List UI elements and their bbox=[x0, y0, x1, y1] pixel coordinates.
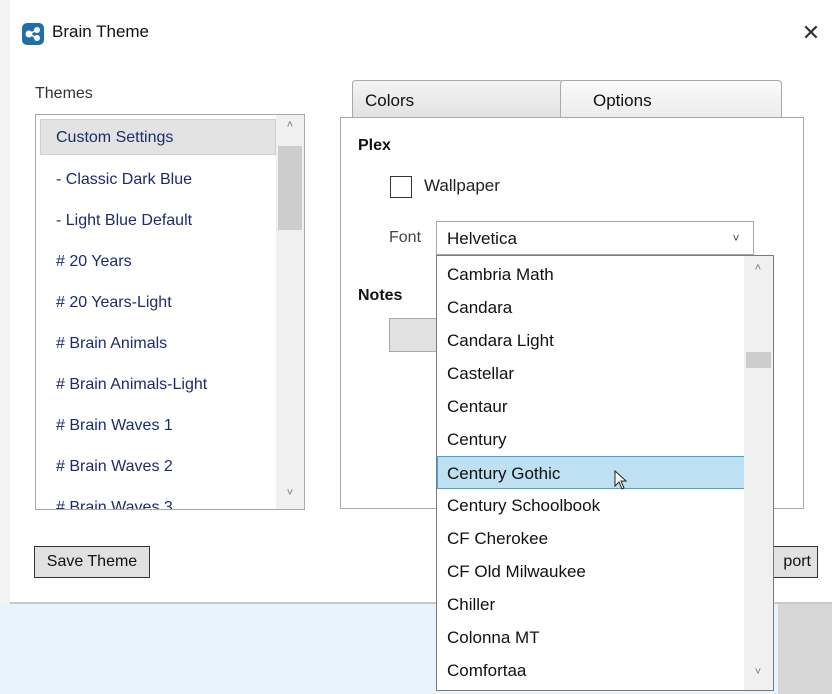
themes-scroll-thumb[interactable] bbox=[278, 146, 302, 230]
font-option[interactable]: CF Cherokee bbox=[437, 522, 746, 555]
font-label: Font bbox=[389, 229, 422, 246]
theme-item[interactable]: # Brain Animals-Light bbox=[36, 367, 276, 403]
mouse-cursor-icon bbox=[614, 469, 628, 490]
theme-item[interactable]: - Light Blue Default bbox=[36, 203, 276, 239]
background-window-edge bbox=[0, 0, 10, 602]
scroll-down-icon[interactable]: ˅ bbox=[744, 666, 772, 678]
close-button[interactable]: ✕ bbox=[796, 18, 826, 48]
window-title: Brain Theme bbox=[52, 22, 150, 41]
font-select[interactable]: Helvetica bbox=[436, 221, 754, 255]
font-option[interactable]: Century Schoolbook bbox=[437, 489, 746, 522]
font-dropdown-scrollbar[interactable]: ˄ ˅ bbox=[744, 256, 773, 690]
wallpaper-checkbox[interactable] bbox=[390, 176, 412, 198]
theme-item[interactable]: # Brain Waves 1 bbox=[36, 408, 276, 444]
themes-list[interactable]: Custom Settings - Classic Dark Blue - Li… bbox=[35, 114, 305, 510]
font-option[interactable]: Cambria Math bbox=[437, 258, 746, 291]
wallpaper-label[interactable]: Wallpaper bbox=[424, 176, 500, 196]
font-dropdown-list[interactable]: Cambria Math Candara Candara Light Caste… bbox=[436, 255, 774, 691]
font-option[interactable]: Colonna MT bbox=[437, 621, 746, 654]
font-option[interactable]: Castellar bbox=[437, 357, 746, 390]
chevron-down-icon[interactable]: ˅ bbox=[724, 224, 748, 252]
plex-heading: Plex bbox=[358, 137, 391, 154]
font-option-highlighted[interactable]: Century Gothic bbox=[437, 456, 746, 489]
theme-item[interactable]: - Classic Dark Blue bbox=[36, 162, 276, 198]
font-option[interactable]: Candara Light bbox=[437, 324, 746, 357]
tab-options[interactable]: Options bbox=[560, 80, 782, 118]
theme-item[interactable]: # Brain Animals bbox=[36, 326, 276, 362]
font-option[interactable]: Chiller bbox=[437, 588, 746, 621]
font-option[interactable]: Candara bbox=[437, 291, 746, 324]
theme-item[interactable]: # 20 Years-Light bbox=[36, 285, 276, 321]
themes-label: Themes bbox=[35, 85, 93, 102]
theme-item[interactable]: # Brain Waves 3 bbox=[36, 490, 276, 509]
brain-app-icon bbox=[22, 23, 44, 45]
font-option[interactable]: CF Old Milwaukee bbox=[437, 555, 746, 588]
background-window bbox=[778, 602, 832, 694]
notes-heading: Notes bbox=[358, 287, 403, 304]
scroll-up-icon[interactable]: ˄ bbox=[744, 262, 772, 274]
font-dropdown-scroll-thumb[interactable] bbox=[746, 352, 771, 368]
font-option[interactable]: Century bbox=[437, 423, 746, 456]
theme-item[interactable]: Custom Settings bbox=[40, 119, 276, 155]
save-theme-button[interactable]: Save Theme bbox=[34, 546, 150, 578]
scroll-up-icon[interactable]: ˄ bbox=[276, 119, 304, 131]
theme-item[interactable]: # Brain Waves 2 bbox=[36, 449, 276, 485]
tab-colors[interactable]: Colors bbox=[352, 80, 564, 118]
font-option[interactable]: Comfortaa bbox=[437, 654, 746, 687]
theme-item[interactable]: # 20 Years bbox=[36, 244, 276, 280]
font-option[interactable]: Centaur bbox=[437, 390, 746, 423]
scroll-down-icon[interactable]: ˅ bbox=[276, 487, 304, 499]
